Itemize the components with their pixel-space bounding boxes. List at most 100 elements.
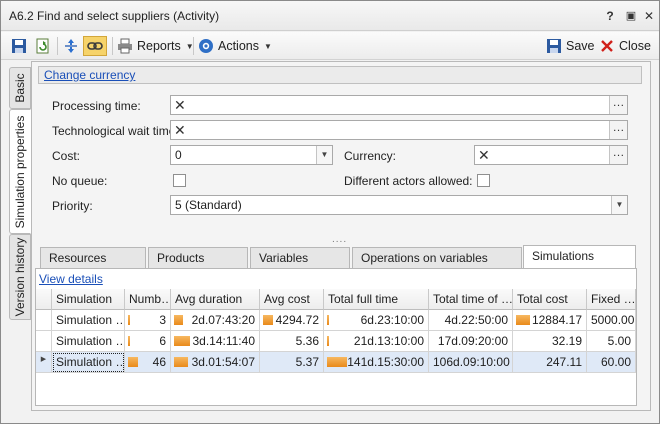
ellipsis-button[interactable]: … <box>609 121 627 139</box>
table-row[interactable]: Simulation … 6 3d.14:11:40 5.36 21d.13:10:00… <box>36 331 636 352</box>
clear-icon[interactable]: ✕ <box>174 123 186 137</box>
column-header-avg-duration[interactable]: Avg duration <box>171 289 260 310</box>
chevron-down-icon[interactable]: ▼ <box>316 146 332 164</box>
cell-text: 141d.15:30:00 <box>347 355 424 369</box>
cell-text: 17d.09:20:00 <box>437 334 508 348</box>
save-label: Save <box>566 39 595 53</box>
cell-number[interactable]: 6 <box>125 331 171 352</box>
cell-fixed[interactable]: 5000.00 <box>587 310 636 331</box>
clear-icon[interactable]: ✕ <box>174 98 186 112</box>
cell-avg-cost[interactable]: 5.36 <box>260 331 324 352</box>
cell-avg-duration[interactable]: 3d.14:11:40 <box>171 331 260 352</box>
side-tab-simulation-properties[interactable]: Simulation properties <box>9 109 31 234</box>
simulation-properties-panel: Change currency Processing time: ✕ … Tec… <box>31 61 651 411</box>
column-header-total-time-of[interactable]: Total time of … <box>429 289 513 310</box>
side-tab-version-history[interactable]: Version history <box>9 234 31 320</box>
restore-button[interactable]: ▣ <box>623 8 639 24</box>
column-header-number[interactable]: Numb… <box>125 289 171 310</box>
toolbar: Reports ▼ Actions ▼ Save Close <box>1 32 659 60</box>
tech-wait-time-label: Technological wait time: <box>52 124 179 138</box>
different-actors-label: Different actors allowed: <box>344 174 473 188</box>
cell-text: Simulation … <box>56 355 125 369</box>
column-header-total-full-time[interactable]: Total full time <box>324 289 429 310</box>
cell-total-full-time[interactable]: 21d.13:10:00 <box>324 331 429 352</box>
splitter-handle[interactable]: .... <box>332 234 347 245</box>
cell-total-full-time[interactable]: 6d.23:10:00 <box>324 310 429 331</box>
tech-wait-time-field[interactable]: ✕ … <box>170 120 628 140</box>
cell-text: 6 <box>159 334 166 348</box>
cell-text: 4d.22:50:00 <box>444 313 508 327</box>
view-details-link[interactable]: View details <box>39 272 103 286</box>
reports-label: Reports <box>137 39 181 53</box>
cell-avg-duration[interactable]: 2d.07:43:20 <box>171 310 260 331</box>
save-icon-button[interactable] <box>11 36 27 56</box>
cell-simulation[interactable]: Simulation … <box>52 331 125 352</box>
cell-total-cost[interactable]: 247.11 <box>513 352 587 373</box>
close-window-button[interactable]: ✕ <box>641 8 657 24</box>
cell-text: 5.00 <box>607 334 631 348</box>
value-bar <box>516 315 530 325</box>
value-bar <box>263 315 273 325</box>
cell-avg-duration[interactable]: 3d.01:54:07 <box>171 352 260 373</box>
column-header-avg-cost[interactable]: Avg cost <box>260 289 324 310</box>
currency-bar: Change currency <box>38 66 642 84</box>
side-tab-basic[interactable]: Basic <box>9 67 31 109</box>
tab-products[interactable]: Products <box>148 247 248 269</box>
cell-total-time-of[interactable]: 106d.09:10:00 <box>429 352 513 373</box>
actions-menu-button[interactable]: Actions ▼ <box>198 36 272 56</box>
cost-select[interactable]: 0 ▼ <box>170 145 333 165</box>
value-bar <box>327 336 329 346</box>
cell-number[interactable]: 3 <box>125 310 171 331</box>
tab-operations-on-variables[interactable]: Operations on variables <box>352 247 522 269</box>
cell-fixed[interactable]: 5.00 <box>587 331 636 352</box>
close-button[interactable]: Close <box>599 36 651 56</box>
column-header-simulation[interactable]: Simulation <box>52 289 125 310</box>
tab-variables[interactable]: Variables <box>250 247 350 269</box>
row-indicator-header <box>36 289 52 310</box>
tab-label: Products <box>157 251 205 265</box>
different-actors-checkbox[interactable] <box>477 174 490 187</box>
cell-simulation[interactable]: Simulation … <box>52 310 125 331</box>
expand-button[interactable] <box>63 36 79 56</box>
save-button[interactable]: Save <box>546 36 595 56</box>
cell-simulation[interactable]: Simulation … <box>52 352 125 373</box>
cell-text: Simulation … <box>56 334 125 348</box>
column-header-total-cost[interactable]: Total cost <box>513 289 587 310</box>
priority-select[interactable]: 5 (Standard) ▼ <box>170 195 628 215</box>
column-header-fixed[interactable]: Fixed … <box>587 289 636 310</box>
tab-resources[interactable]: Resources <box>40 247 146 269</box>
cell-total-full-time[interactable]: 141d.15:30:00 <box>324 352 429 373</box>
ellipsis-button[interactable]: … <box>609 96 627 114</box>
table-row[interactable]: Simulation … 3 2d.07:43:20 4294.72 6d.23:10:… <box>36 310 636 331</box>
cell-text: 46 <box>152 355 166 369</box>
change-currency-link[interactable]: Change currency <box>44 68 135 82</box>
tab-label: Resources <box>49 251 107 265</box>
cell-total-time-of[interactable]: 17d.09:20:00 <box>429 331 513 352</box>
processing-time-field[interactable]: ✕ … <box>170 95 628 115</box>
floppy-disk-icon <box>546 38 562 54</box>
row-indicator: ▶ <box>36 352 52 373</box>
chain-link-icon <box>87 38 103 54</box>
help-button[interactable]: ? <box>602 8 618 24</box>
cell-total-cost[interactable]: 32.19 <box>513 331 587 352</box>
tab-simulations[interactable]: Simulations <box>523 245 636 269</box>
close-label: Close <box>619 39 651 53</box>
clear-icon[interactable]: ✕ <box>478 148 490 162</box>
cell-avg-cost[interactable]: 4294.72 <box>260 310 324 331</box>
cell-total-cost[interactable]: 12884.17 <box>513 310 587 331</box>
cell-number[interactable]: 46 <box>125 352 171 373</box>
cell-avg-cost[interactable]: 5.37 <box>260 352 324 373</box>
side-tab-label: Basic <box>13 73 27 103</box>
cell-fixed[interactable]: 60.00 <box>587 352 636 373</box>
link-toggle-button[interactable] <box>83 36 107 56</box>
value-bar <box>128 357 138 367</box>
refresh-button[interactable] <box>35 36 51 56</box>
cell-total-time-of[interactable]: 4d.22:50:00 <box>429 310 513 331</box>
reports-menu-button[interactable]: Reports ▼ <box>117 36 194 56</box>
table-row[interactable]: ▶ Simulation … 46 3d.01:54:07 5.37 141d.15:30… <box>36 352 636 373</box>
chevron-down-icon[interactable]: ▼ <box>611 196 627 214</box>
no-queue-checkbox[interactable] <box>173 174 186 187</box>
currency-field[interactable]: ✕ … <box>474 145 628 165</box>
ellipsis-button[interactable]: … <box>609 146 627 164</box>
toolbar-separator <box>57 37 58 55</box>
